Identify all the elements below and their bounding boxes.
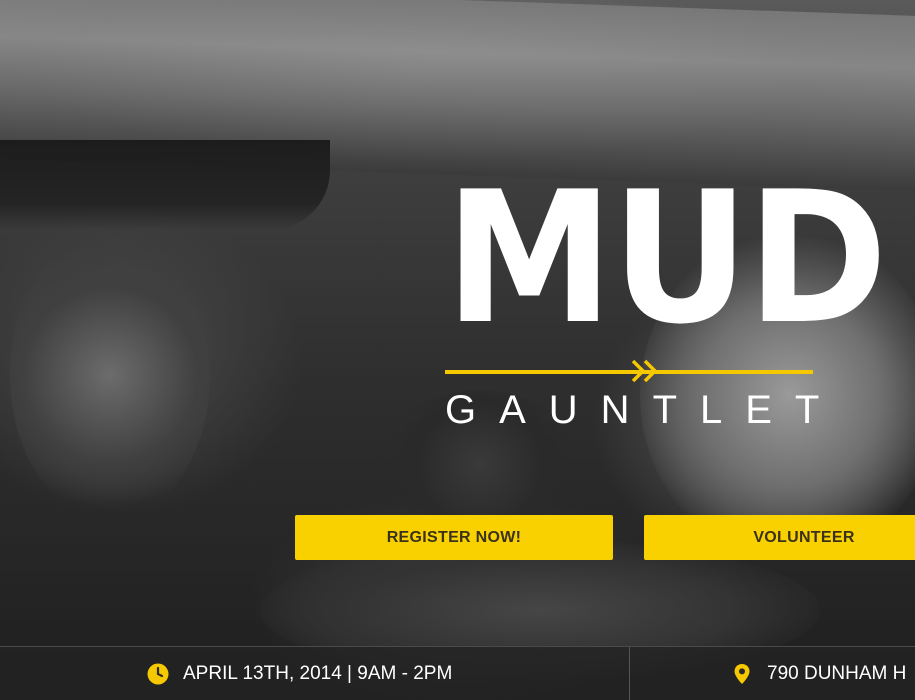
event-location-text: 790 DUNHAM H	[767, 663, 907, 684]
event-location[interactable]: 790 DUNHAM H	[731, 647, 906, 700]
event-info-bar: APRIL 13TH, 2014 | 9AM - 2PM 790 DUNHAM …	[0, 646, 915, 700]
logo-title: MUD	[445, 152, 888, 364]
info-divider	[629, 647, 630, 700]
hero-section: MUD GAUNTLET REGISTER NOW! VOLUNTEER APR…	[0, 0, 915, 700]
mud-gauntlet-logo: MUD GAUNTLET	[445, 152, 888, 432]
event-date-text: APRIL 13TH, 2014 | 9AM - 2PM	[183, 663, 453, 684]
volunteer-button[interactable]: VOLUNTEER	[644, 515, 915, 560]
logo-subtitle: GAUNTLET	[445, 388, 843, 432]
map-pin-icon	[734, 664, 750, 684]
background-texture	[10, 230, 210, 520]
register-now-button[interactable]: REGISTER NOW!	[295, 515, 613, 560]
logo-divider	[445, 359, 813, 383]
event-date: APRIL 13TH, 2014 | 9AM - 2PM	[147, 647, 452, 700]
double-chevron-right-icon	[631, 359, 658, 383]
clock-icon	[147, 663, 169, 685]
background-shadow	[0, 140, 330, 230]
